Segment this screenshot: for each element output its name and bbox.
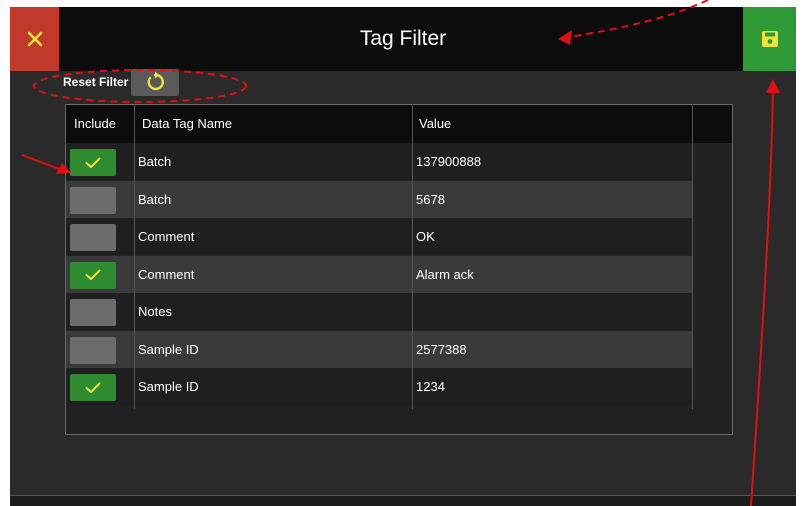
close-button[interactable] xyxy=(10,7,59,71)
include-checkbox[interactable] xyxy=(70,186,116,214)
tag-value-cell: 2577388 xyxy=(416,341,467,357)
check-icon xyxy=(85,382,101,393)
table-row[interactable]: Comment OK xyxy=(66,218,692,255)
table-header: Include Data Tag Name Value xyxy=(66,105,732,143)
table-row[interactable]: Sample ID 1234 xyxy=(66,368,692,405)
check-icon xyxy=(85,269,101,280)
tag-value-cell: 137900888 xyxy=(416,154,482,169)
tag-name-cell: Comment xyxy=(138,229,195,244)
include-checkbox[interactable] xyxy=(70,224,116,251)
tag-value-cell: Alarm ack xyxy=(416,266,474,282)
tag-value-cell: 1234 xyxy=(416,379,445,394)
column-divider xyxy=(692,105,693,409)
check-icon xyxy=(85,157,101,168)
include-checkbox[interactable] xyxy=(70,336,116,364)
reset-filter-label: Reset Filter xyxy=(63,75,129,89)
reset-icon xyxy=(147,71,165,91)
column-header-name: Data Tag Name xyxy=(142,116,233,131)
column-header-value: Value xyxy=(419,116,452,131)
include-checkbox[interactable] xyxy=(70,299,116,326)
close-icon xyxy=(27,31,42,47)
tag-name-cell: Sample ID xyxy=(138,341,199,357)
column-header-include: Include xyxy=(74,116,116,131)
save-button[interactable] xyxy=(743,7,796,71)
table-row[interactable]: Sample ID 2577388 xyxy=(66,330,692,368)
save-icon xyxy=(761,31,778,47)
tag-table: Include Data Tag Name Value Batch 1379008… xyxy=(65,104,733,435)
column-divider xyxy=(412,105,413,409)
table-row[interactable]: Comment Alarm ack xyxy=(66,255,692,293)
table-row[interactable]: Batch 137900888 xyxy=(66,143,692,180)
tag-name-cell: Sample ID xyxy=(138,379,199,394)
tag-value-cell: OK xyxy=(416,229,435,244)
include-checkbox[interactable] xyxy=(70,374,116,401)
reset-filter-button[interactable] xyxy=(131,68,180,96)
tag-name-cell: Batch xyxy=(138,154,172,169)
table-row[interactable]: Batch 5678 xyxy=(66,180,692,218)
tag-name-cell: Batch xyxy=(138,191,172,207)
title-bar: Tag Filter xyxy=(10,7,796,71)
tag-name-cell: Notes xyxy=(138,304,172,319)
reset-filter-row: Reset Filter xyxy=(63,68,180,96)
include-checkbox[interactable] xyxy=(70,261,116,289)
page-title: Tag Filter xyxy=(359,27,447,50)
table-row[interactable]: Notes xyxy=(66,293,692,330)
column-divider xyxy=(134,105,135,409)
include-checkbox[interactable] xyxy=(70,149,116,176)
tag-value-cell: 5678 xyxy=(416,191,445,207)
tag-name-cell: Comment xyxy=(138,266,195,282)
